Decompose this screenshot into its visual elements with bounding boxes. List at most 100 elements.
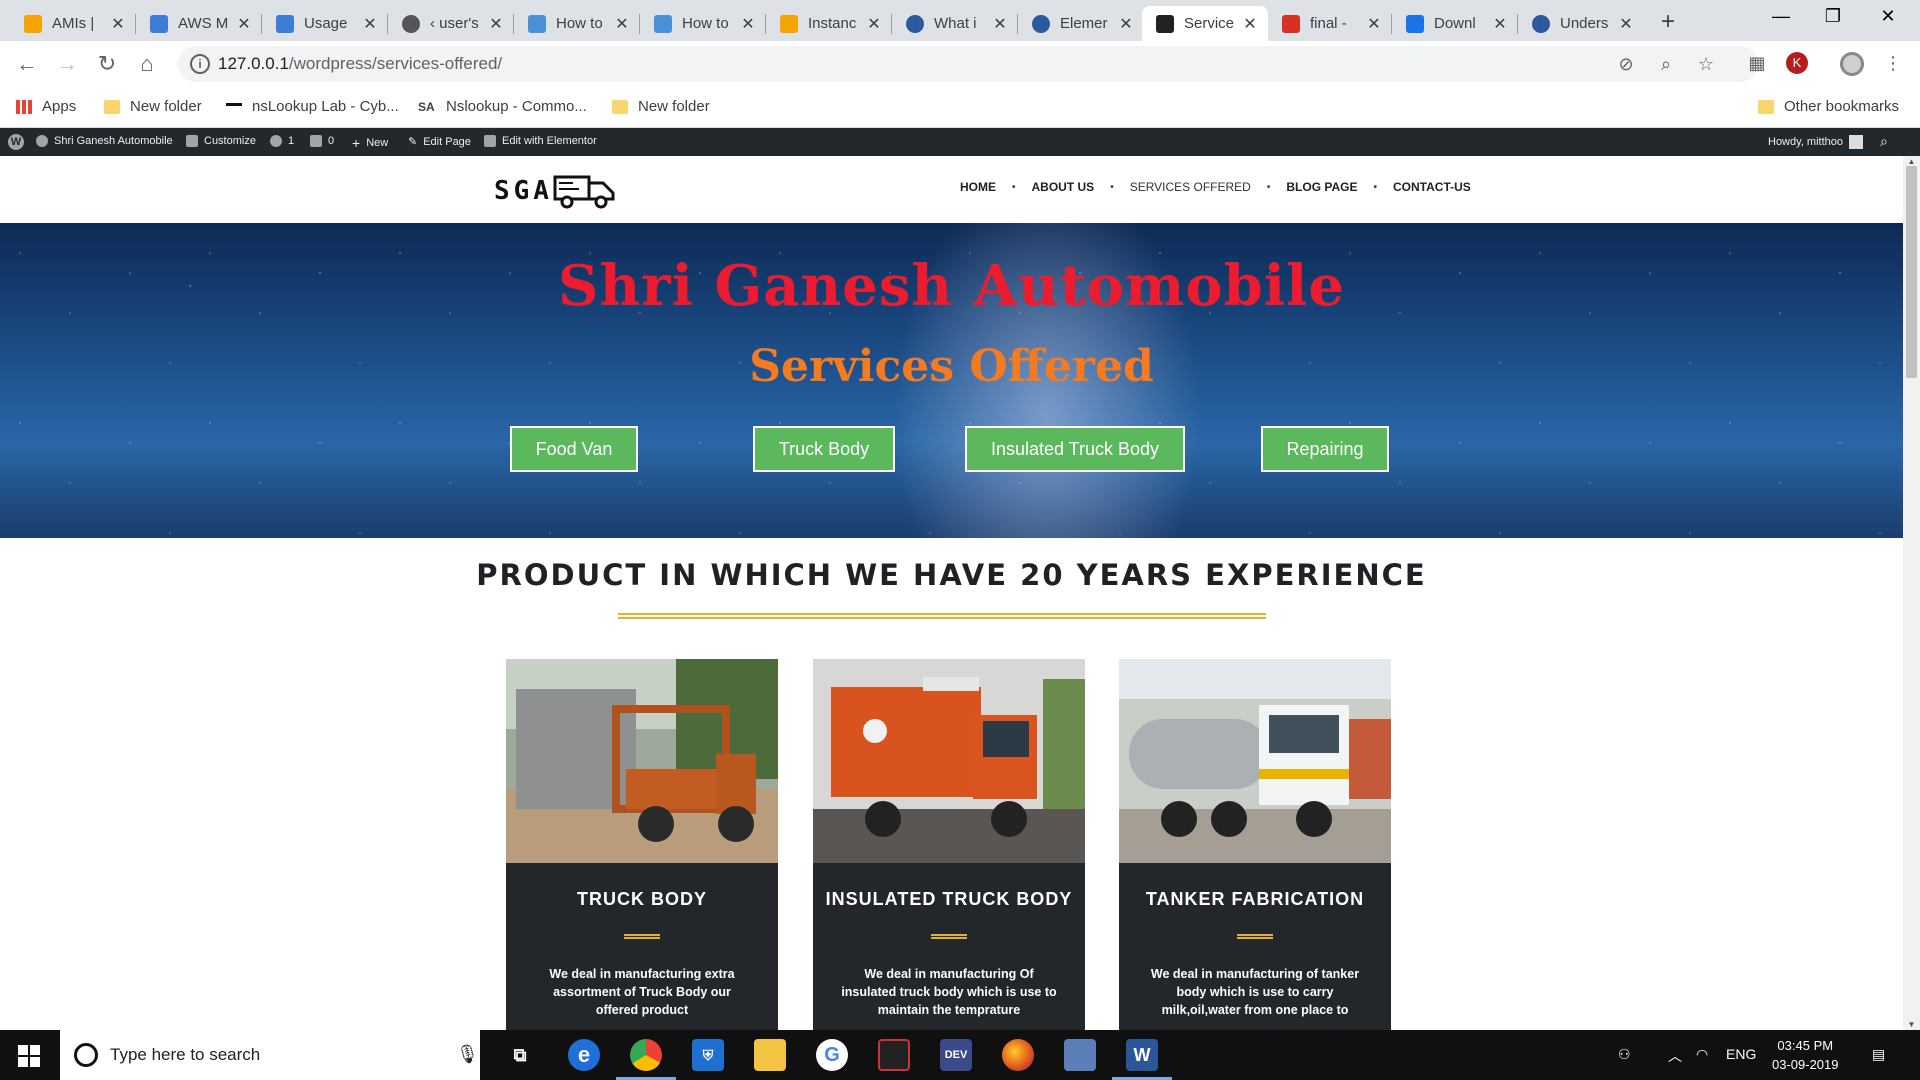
app-icon[interactable] — [878, 1039, 910, 1071]
close-icon[interactable]: ✕ — [866, 14, 882, 34]
bookmark-folder[interactable]: New folder — [104, 98, 202, 115]
menu-contact-us[interactable]: CONTACT-US — [1393, 180, 1471, 194]
browser-tab[interactable]: How to ✕ — [514, 6, 640, 41]
close-icon[interactable]: ✕ — [110, 14, 126, 34]
blocked-popup-icon[interactable]: ⊘ — [1614, 54, 1638, 75]
chrome-icon[interactable] — [616, 1039, 676, 1080]
browser-tab[interactable]: ‹ user's ✕ — [388, 6, 514, 41]
restore-icon[interactable]: ❐ — [1818, 6, 1848, 27]
browser-tab[interactable]: Elemer ✕ — [1018, 6, 1144, 41]
window-close-icon[interactable]: ✕ — [1873, 6, 1903, 27]
bookmark-star-icon[interactable]: ☆ — [1694, 54, 1718, 75]
windows-start-icon[interactable] — [18, 1045, 40, 1067]
new-tab-button[interactable]: + — [1656, 8, 1680, 36]
food-van-button[interactable]: Food Van — [510, 426, 638, 472]
wp-edit-elementor[interactable]: Edit with Elementor — [484, 135, 597, 147]
edge-icon[interactable]: e — [568, 1039, 600, 1071]
menu-home[interactable]: HOME — [960, 180, 996, 194]
browser-tab[interactable]: Usage ✕ — [262, 6, 388, 41]
hero-title: Shri Ganesh Automobile — [558, 253, 1345, 319]
close-icon[interactable]: ✕ — [992, 14, 1008, 34]
browser-tab-active[interactable]: Service ✕ — [1142, 6, 1268, 41]
menu-dots-icon[interactable]: ⋮ — [1880, 53, 1906, 74]
notifications-icon[interactable]: ▤ — [1872, 1046, 1885, 1063]
browser-tab[interactable]: AMIs | ✕ — [10, 6, 136, 41]
tray-expand-icon[interactable]: ︿ — [1668, 1046, 1682, 1066]
close-icon[interactable]: ✕ — [614, 14, 630, 34]
wp-search-icon[interactable]: ⌕ — [1880, 133, 1888, 150]
wp-updates[interactable]: 1 — [270, 135, 294, 147]
scroll-down-icon[interactable]: ▼ — [1903, 1020, 1920, 1029]
reload-icon[interactable]: ↻ — [92, 49, 122, 79]
scroll-thumb[interactable] — [1906, 166, 1917, 378]
close-icon[interactable]: ✕ — [1366, 14, 1382, 34]
scroll-up-icon[interactable]: ▲ — [1903, 157, 1920, 166]
home-icon[interactable]: ⌂ — [132, 49, 162, 79]
microphone-icon[interactable]: 🎙 — [456, 1044, 479, 1065]
language-indicator[interactable]: ENG — [1726, 1046, 1756, 1062]
security-shield-icon[interactable]: ⛨ — [692, 1039, 724, 1071]
word-icon[interactable]: W — [1112, 1039, 1172, 1080]
google-icon[interactable]: G — [816, 1039, 848, 1071]
url-text[interactable]: 127.0.0.1/wordpress/services-offered/ — [218, 54, 502, 74]
browser-tab[interactable]: Downl ✕ — [1392, 6, 1518, 41]
system-clock[interactable]: 03:45 PM 03-09-2019 — [1772, 1036, 1839, 1074]
menu-about-us[interactable]: ABOUT US — [1032, 180, 1095, 194]
truck-body-button[interactable]: Truck Body — [753, 426, 895, 472]
page-scrollbar[interactable]: ▲ ▼ — [1903, 156, 1920, 1030]
product-card-tanker-fabrication[interactable]: TANKER FABRICATION We deal in manufactur… — [1119, 659, 1391, 1030]
close-icon[interactable]: ✕ — [740, 14, 756, 34]
file-explorer-icon[interactable] — [754, 1039, 786, 1071]
wp-customize[interactable]: Customize — [186, 135, 256, 147]
forward-icon[interactable]: → — [52, 49, 82, 79]
product-card-insulated-truck-body[interactable]: INSULATED TRUCK BODY We deal in manufact… — [813, 659, 1085, 1030]
wp-edit-page[interactable]: ✎ Edit Page — [408, 135, 471, 149]
wp-comments[interactable]: 0 — [310, 135, 334, 147]
wp-howdy[interactable]: Howdy, mitthoo — [1768, 135, 1863, 149]
network-tool-icon[interactable] — [1064, 1039, 1096, 1071]
bookmark-nslookup-common[interactable]: SA Nslookup - Commo... — [418, 98, 587, 115]
people-icon[interactable]: ⚇ — [1618, 1046, 1631, 1063]
repairing-button[interactable]: Repairing — [1261, 426, 1389, 472]
firefox-icon[interactable] — [1002, 1039, 1034, 1071]
site-logo[interactable]: SGA — [494, 173, 617, 209]
minimize-icon[interactable]: — — [1766, 6, 1796, 27]
browser-tab[interactable]: What i ✕ — [892, 6, 1018, 41]
menu-services-offered[interactable]: SERVICES OFFERED — [1130, 180, 1251, 194]
close-icon[interactable]: ✕ — [362, 14, 378, 34]
zoom-icon[interactable]: ⌕ — [1654, 54, 1678, 75]
insulated-truck-body-button[interactable]: Insulated Truck Body — [965, 426, 1185, 472]
browser-tab[interactable]: final - ✕ — [1268, 6, 1392, 41]
bookmark-other[interactable]: Other bookmarks — [1758, 98, 1899, 115]
browser-tab[interactable]: Unders ✕ — [1518, 6, 1644, 41]
browser-tab[interactable]: Instanc ✕ — [766, 6, 892, 41]
bookmark-apps[interactable]: Apps — [16, 98, 76, 115]
close-icon[interactable]: ✕ — [236, 14, 252, 34]
menu-blog-page[interactable]: BLOG PAGE — [1286, 180, 1357, 194]
profile-avatar[interactable] — [1840, 52, 1864, 76]
wp-new[interactable]: + New — [352, 135, 388, 151]
taskbar-search[interactable]: Type here to search 🎙 — [60, 1030, 480, 1080]
close-icon[interactable]: ✕ — [1118, 14, 1134, 34]
update-icon — [270, 135, 282, 147]
close-icon[interactable]: ✕ — [1492, 14, 1508, 34]
wp-site-link[interactable]: Shri Ganesh Automobile — [36, 135, 173, 147]
bookmark-nslookup-lab[interactable]: nsLookup Lab - Cyb... — [226, 98, 399, 115]
browser-tab[interactable]: How to ✕ — [640, 6, 766, 41]
info-icon[interactable]: i — [190, 54, 210, 74]
close-icon[interactable]: ✕ — [1618, 14, 1634, 34]
address-bar[interactable]: i 127.0.0.1/wordpress/services-offered/ … — [178, 46, 1758, 82]
product-card-truck-body[interactable]: TRUCK BODY We deal in manufacturing extr… — [506, 659, 778, 1030]
wifi-icon[interactable]: ◠ — [1696, 1046, 1708, 1063]
extensions-icon[interactable]: ▦ — [1744, 53, 1770, 74]
card-title: TRUCK BODY — [577, 889, 707, 909]
devcpp-icon[interactable]: DEV — [940, 1039, 972, 1071]
bookmark-folder[interactable]: New folder — [612, 98, 710, 115]
close-icon[interactable]: ✕ — [1242, 14, 1258, 34]
back-icon[interactable]: ← — [12, 49, 42, 79]
task-view-icon[interactable]: ⧉ — [504, 1039, 536, 1071]
close-icon[interactable]: ✕ — [488, 14, 504, 34]
wordpress-icon[interactable]: W — [8, 134, 24, 150]
browser-tab[interactable]: AWS M ✕ — [136, 6, 262, 41]
extension-k-icon[interactable]: K — [1786, 52, 1808, 74]
